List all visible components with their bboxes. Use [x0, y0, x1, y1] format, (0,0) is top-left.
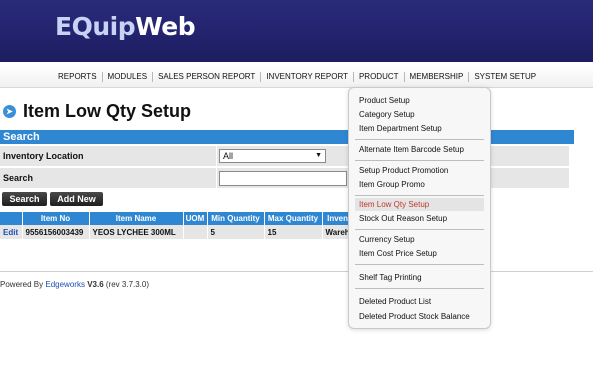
footer: Powered By Edgeworks V3.6 (rev 3.7.3.0): [0, 280, 149, 289]
equipweb-logo[interactable]: EQuipWeb: [55, 12, 196, 41]
chevron-down-icon: ▼: [315, 152, 322, 159]
col-uom[interactable]: UOM: [183, 212, 208, 225]
menu-divider: [355, 229, 484, 230]
version-label: V3.6: [87, 280, 104, 289]
menu-item-item-low-qty-setup[interactable]: Item Low Qty Setup: [355, 198, 484, 211]
inventory-location-label: Inventory Location: [3, 151, 84, 161]
menu-divider: [355, 288, 484, 289]
table-header-row: Item No Item Name UOM Min Quantity Max Q…: [0, 212, 354, 225]
nav-reports[interactable]: REPORTS: [53, 72, 102, 82]
nav-modules[interactable]: MODULES: [101, 72, 153, 82]
inventory-location-select[interactable]: All ▼: [219, 149, 326, 163]
product-dropdown-menu: Product Setup Category Setup Item Depart…: [348, 87, 491, 329]
cell-max-quantity: 15: [264, 225, 323, 239]
nav-membership[interactable]: MEMBERSHIP: [403, 72, 469, 82]
logo-text-part1: EQuip: [55, 12, 136, 41]
cell-min-quantity: 5: [207, 225, 265, 239]
add-new-button[interactable]: Add New: [50, 192, 103, 206]
search-label: Search: [3, 173, 34, 183]
menu-item-currency-setup[interactable]: Currency Setup: [355, 233, 484, 246]
footer-prefix: Powered By: [0, 280, 44, 289]
nav-system-setup[interactable]: SYSTEM SETUP: [468, 72, 541, 82]
search-button[interactable]: Search: [2, 192, 47, 206]
col-min-quantity[interactable]: Min Quantity: [207, 212, 265, 225]
arrow-right-circle-icon: ➤: [3, 105, 16, 118]
edit-link[interactable]: Edit: [0, 225, 23, 239]
revision-label: (rev 3.7.3.0): [105, 280, 150, 289]
cell-item-name: YEOS LYCHEE 300ML: [89, 225, 184, 239]
menu-divider: [355, 195, 484, 196]
menu-item-item-cost-price-setup[interactable]: Item Cost Price Setup: [355, 247, 484, 260]
edgeworks-link[interactable]: Edgeworks: [45, 280, 85, 289]
page-title-row: ➤ Item Low Qty Setup: [3, 101, 191, 122]
menu-item-shelf-tag-printing[interactable]: Shelf Tag Printing: [355, 271, 484, 284]
menu-item-alternate-item-barcode-setup[interactable]: Alternate Item Barcode Setup: [355, 143, 484, 156]
nav-sales-person-report[interactable]: SALES PERSON REPORT: [152, 72, 260, 82]
logo-text-part2: Web: [135, 12, 196, 41]
col-item-name[interactable]: Item Name: [89, 212, 184, 225]
cell-uom: [183, 225, 208, 239]
row-divider: [216, 146, 217, 167]
menu-divider: [355, 264, 484, 265]
top-nav: REPORTS MODULES SALES PERSON REPORT INVE…: [0, 66, 593, 88]
col-max-quantity[interactable]: Max Quantity: [264, 212, 323, 225]
menu-divider: [355, 160, 484, 161]
inventory-location-value: All: [223, 151, 234, 161]
col-item-no[interactable]: Item No: [22, 212, 90, 225]
menu-item-stock-out-reason-setup[interactable]: Stock Out Reason Setup: [355, 212, 484, 225]
menu-item-item-department-setup[interactable]: Item Department Setup: [355, 122, 484, 135]
cell-item-no: 9556156003439: [22, 225, 90, 239]
search-input[interactable]: [219, 171, 347, 186]
page-title: Item Low Qty Setup: [23, 101, 192, 121]
menu-item-product-setup[interactable]: Product Setup: [355, 94, 484, 107]
menu-item-item-group-promo[interactable]: Item Group Promo: [355, 178, 484, 191]
menu-item-setup-product-promotion[interactable]: Setup Product Promotion: [355, 164, 484, 177]
menu-item-deleted-product-list[interactable]: Deleted Product List: [355, 295, 484, 308]
col-action: [0, 212, 23, 225]
table-row: Edit 9556156003439 YEOS LYCHEE 300ML 5 1…: [0, 225, 354, 239]
app-header: EQuipWeb: [0, 0, 593, 62]
menu-item-category-setup[interactable]: Category Setup: [355, 108, 484, 121]
items-table: Item No Item Name UOM Min Quantity Max Q…: [0, 212, 354, 239]
nav-inventory-report[interactable]: INVENTORY REPORT: [260, 72, 353, 82]
nav-product[interactable]: PRODUCT: [352, 72, 404, 82]
row-divider: [216, 168, 217, 189]
footer-divider: [0, 271, 593, 272]
menu-item-deleted-product-stock-balance[interactable]: Deleted Product Stock Balance: [355, 310, 484, 323]
menu-divider: [355, 139, 484, 140]
